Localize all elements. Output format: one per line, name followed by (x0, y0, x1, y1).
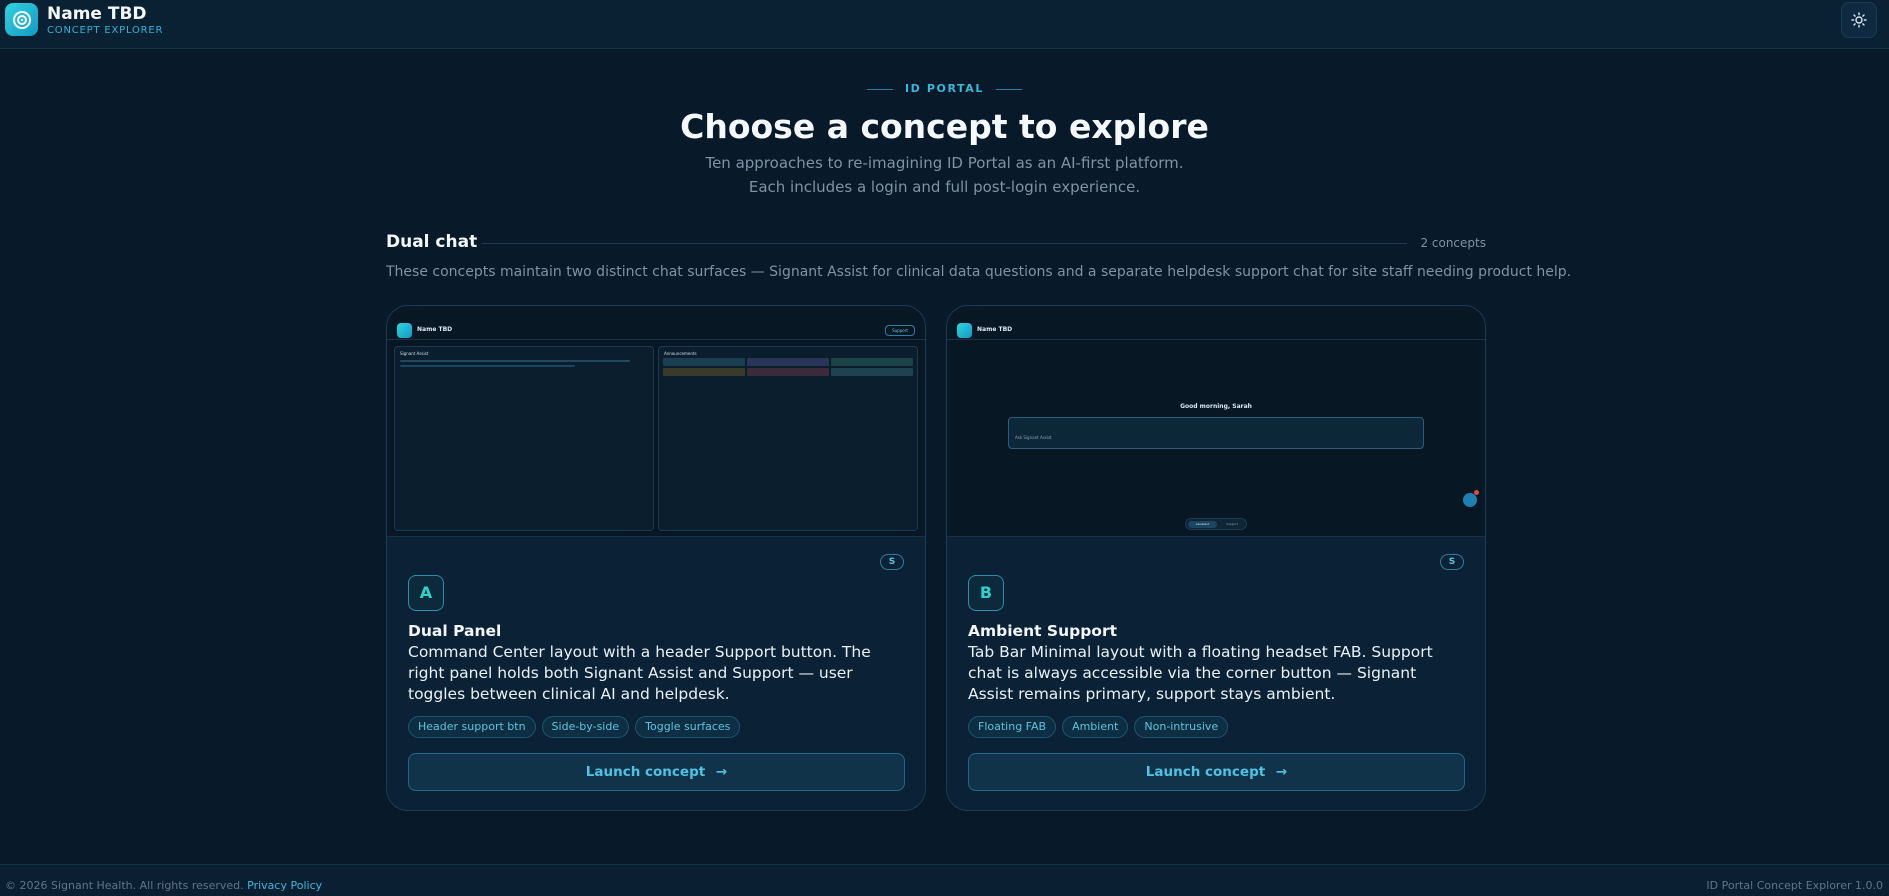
concept-card-a[interactable]: Name TBD Support Signant Assist Announce… (386, 305, 926, 811)
footer: © 2026 Signant Health. All rights reserv… (0, 864, 1889, 896)
preview-text-line (400, 365, 575, 367)
launch-label: Launch concept (585, 764, 706, 780)
tag-chip: Side-by-side (541, 716, 630, 738)
preview-tab-bar: Assistant Support (1185, 518, 1247, 530)
preview-cell (663, 358, 745, 366)
preview-ask-box: Ask Signant Assist (1008, 417, 1424, 449)
subtitle-line-2: Each includes a login and full post-logi… (748, 178, 1141, 196)
concept-title: Dual Panel (408, 622, 502, 640)
tag-chip: Floating FAB (968, 716, 1057, 738)
tag-list: Header support btn Side-by-side Toggle s… (408, 716, 741, 738)
concept-preview: Name TBD Support Signant Assist Announce… (387, 306, 925, 537)
concept-preview: Name TBD Good morning, Sarah Ask Signant… (947, 306, 1485, 537)
preview-brand: Name TBD (977, 326, 1013, 333)
concept-letter: A (408, 575, 444, 611)
preview-tab: Support (1226, 522, 1238, 526)
theme-toggle-button[interactable] (1841, 2, 1877, 38)
footer-left: © 2026 Signant Health. All rights reserv… (5, 879, 322, 892)
launch-concept-button[interactable]: Launch concept → (408, 753, 905, 791)
concept-title: Ambient Support (968, 622, 1117, 640)
tag-chip: Non-intrusive (1134, 716, 1229, 738)
concept-letter: B (968, 575, 1004, 611)
brand-name: Name TBD (47, 4, 147, 24)
preview-panel-title: Signant Assist (400, 351, 429, 356)
eyebrow-rule-right (996, 88, 1022, 90)
preview-cell (831, 358, 913, 366)
subtitle-line-1: Ten approaches to re-imagining ID Portal… (705, 154, 1184, 172)
preview-logo-icon (957, 323, 972, 338)
preview-header: Name TBD (947, 306, 1485, 340)
concept-description: Tab Bar Minimal layout with a floating h… (968, 643, 1433, 703)
preview-greeting: Good morning, Sarah (1180, 403, 1252, 410)
preview-panel-title: Announcements (664, 351, 697, 356)
section-count: 2 concepts (1420, 236, 1486, 250)
notification-dot (1474, 490, 1479, 495)
page-subtitle: Ten approaches to re-imagining ID Portal… (0, 151, 1889, 199)
preview-text-line (400, 360, 630, 362)
preview-ask-placeholder: Ask Signant Assist (1015, 435, 1052, 440)
concept-card-b[interactable]: Name TBD Good morning, Sarah Ask Signant… (946, 305, 1486, 811)
preview-brand: Name TBD (417, 326, 453, 333)
preview-cell (747, 358, 829, 366)
tag-chip: Ambient (1062, 716, 1129, 738)
eyebrow-text: ID PORTAL (904, 82, 984, 95)
section-description: These concepts maintain two distinct cha… (386, 264, 1572, 280)
brand-subtitle: CONCEPT EXPLORER (47, 25, 164, 36)
arrow-right-icon: → (1275, 764, 1288, 780)
section-title: Dual chat (386, 232, 478, 252)
launch-concept-button[interactable]: Launch concept → (968, 753, 1465, 791)
version-text: ID Portal Concept Explorer 1.0.0 (1706, 879, 1883, 892)
eyebrow: ID PORTAL (0, 82, 1889, 95)
copyright-text: © 2026 Signant Health. All rights reserv… (5, 879, 244, 892)
spiral-icon[interactable] (5, 3, 38, 36)
preview-right-panel: Announcements (658, 346, 918, 531)
preview-left-panel: Signant Assist (394, 346, 654, 531)
tag-chip: Header support btn (408, 716, 536, 738)
preview-header: Name TBD Support (387, 306, 925, 340)
preview-logo-icon (397, 323, 412, 338)
privacy-policy-link[interactable]: Privacy Policy (247, 879, 322, 892)
headset-icon (1463, 493, 1477, 507)
tag-chip: Toggle surfaces (635, 716, 741, 738)
arrow-right-icon: → (715, 764, 728, 780)
page-title: Choose a concept to explore (680, 107, 1209, 146)
preview-support-button: Support (885, 325, 915, 336)
section-divider (482, 243, 1407, 244)
top-bar: Name TBD CONCEPT EXPLORER (0, 0, 1889, 49)
status-badge: S (880, 554, 904, 570)
tag-list: Floating FAB Ambient Non-intrusive (968, 716, 1229, 738)
launch-label: Launch concept (1145, 764, 1266, 780)
sun-icon (1851, 12, 1867, 28)
preview-cell (747, 368, 829, 376)
preview-cell (831, 368, 913, 376)
status-badge: S (1440, 554, 1464, 570)
eyebrow-rule-left (866, 88, 893, 90)
preview-tab: Assistant (1188, 521, 1217, 528)
concept-description: Command Center layout with a header Supp… (408, 643, 871, 703)
preview-cell (663, 368, 745, 376)
